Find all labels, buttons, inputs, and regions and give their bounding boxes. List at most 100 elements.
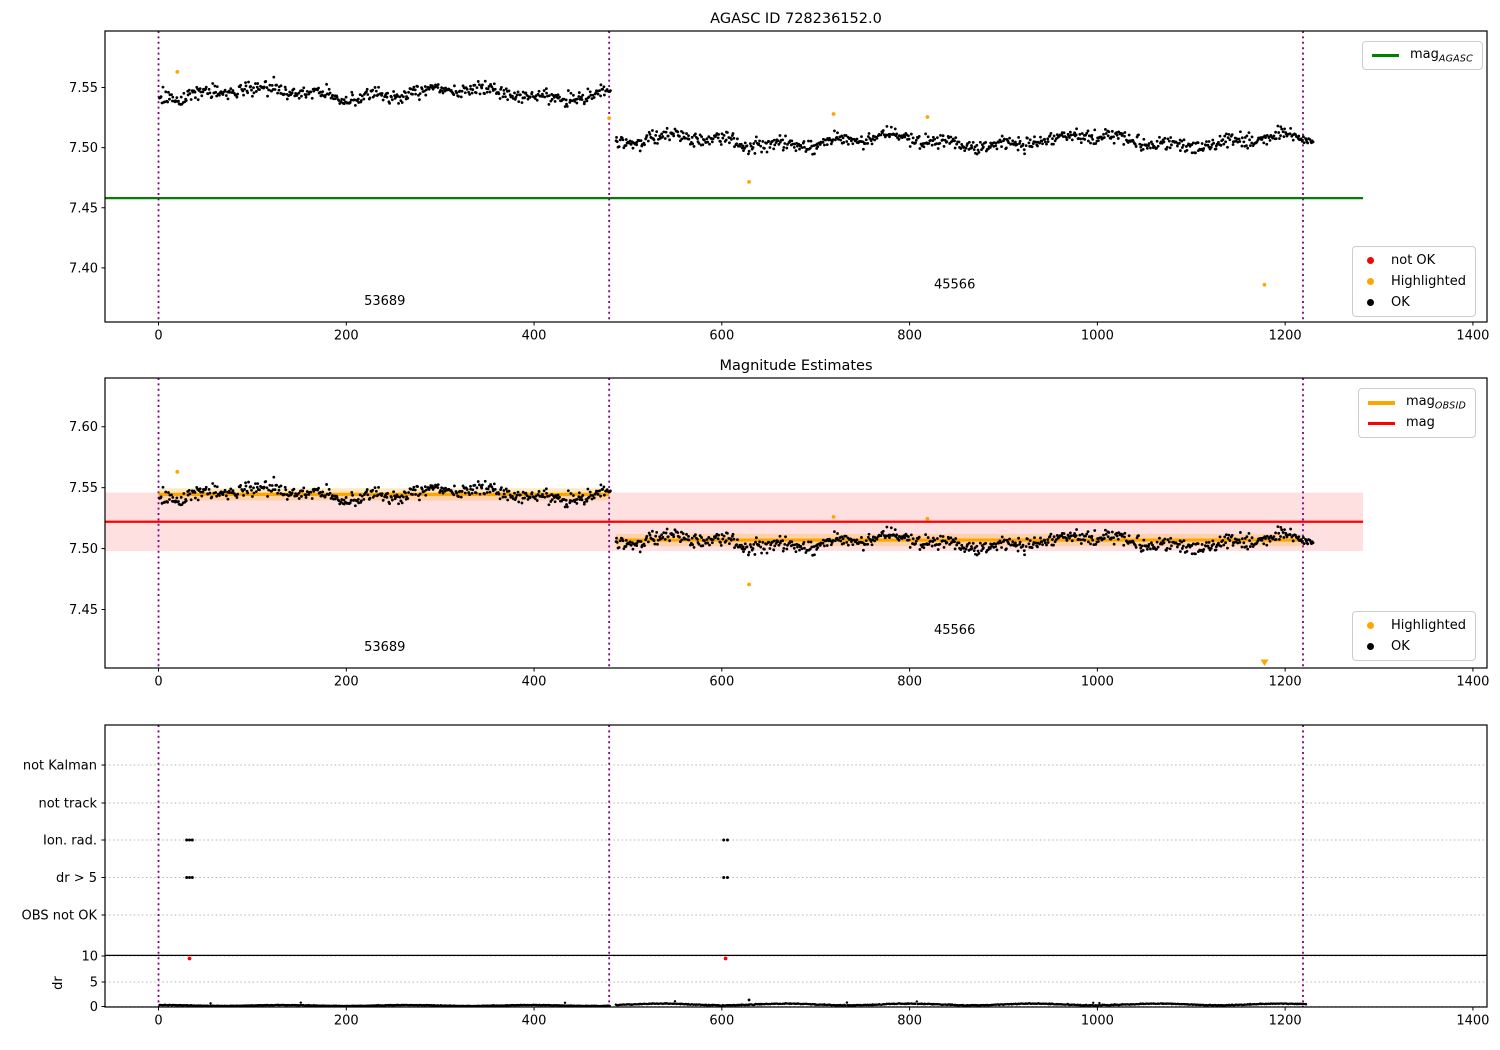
x-tick-label: 0 [154, 675, 162, 690]
data-point [455, 91, 459, 95]
data-point [276, 491, 279, 495]
data-point [1280, 528, 1284, 532]
data-point [170, 493, 173, 497]
data-point [681, 131, 685, 135]
data-point [917, 134, 921, 138]
data-point [1016, 148, 1020, 152]
data-point [942, 145, 946, 148]
data-point [706, 140, 710, 144]
data-point [224, 94, 228, 97]
legend-row: Highlighted [1360, 615, 1466, 636]
data-point [284, 88, 288, 92]
data-point [1080, 132, 1084, 135]
data-point [753, 553, 757, 556]
data-point [254, 490, 258, 494]
data-point [1149, 547, 1152, 551]
agasc-magnitude-plot-x-axis: 0 200 400 600 800 1000 1200 1400 [154, 322, 1489, 344]
data-point [1134, 545, 1138, 549]
x-tick-label: 600 [709, 329, 734, 344]
data-point [264, 80, 268, 83]
data-point [1281, 130, 1285, 134]
data-point [1051, 137, 1054, 141]
data-point [711, 538, 715, 541]
data-point [194, 96, 197, 100]
data-point [1181, 544, 1185, 548]
data-point [664, 531, 668, 535]
data-point [1000, 535, 1004, 539]
data-point [1207, 540, 1211, 544]
data-point [1230, 133, 1234, 137]
data-point [297, 497, 301, 500]
data-point [690, 536, 694, 540]
data-point [1245, 134, 1249, 138]
data-point [754, 139, 757, 143]
data-point [935, 136, 939, 140]
data-point [761, 540, 765, 544]
data-point [344, 95, 348, 99]
data-point [1079, 137, 1082, 141]
data-point [283, 493, 286, 496]
data-point [936, 548, 940, 551]
data-point [1248, 144, 1252, 148]
data-point [1070, 138, 1074, 142]
x-tick-label: 1400 [1456, 329, 1489, 344]
data-point [1046, 538, 1050, 542]
data-point [397, 502, 400, 506]
data-point [1304, 1003, 1308, 1006]
data-point [781, 148, 785, 152]
data-point [520, 501, 524, 505]
y-tick-label: 7.50 [69, 141, 98, 156]
data-point [362, 97, 366, 101]
data-point [702, 138, 706, 142]
data-point [518, 93, 522, 97]
data-point [731, 532, 735, 536]
data-point [1278, 537, 1281, 541]
data-point [266, 494, 269, 498]
data-point [790, 139, 794, 143]
data-point [666, 535, 670, 539]
data-point [1207, 140, 1211, 143]
not-ok-point [187, 956, 192, 961]
data-point [586, 87, 590, 91]
data-point [516, 90, 520, 94]
data-point [254, 90, 258, 93]
data-point [577, 491, 581, 495]
data-point [480, 486, 484, 490]
data-point [374, 489, 378, 493]
data-point [1191, 141, 1195, 145]
data-point [1052, 535, 1056, 539]
data-point [1156, 144, 1160, 148]
data-point [377, 85, 380, 89]
data-point [500, 86, 503, 89]
data-point [1091, 538, 1095, 542]
data-point [725, 131, 729, 134]
data-point [580, 98, 584, 101]
data-point [1239, 531, 1242, 534]
data-point [767, 139, 771, 143]
data-point [967, 140, 971, 144]
data-point [374, 89, 378, 93]
data-point [930, 544, 934, 548]
data-point [182, 91, 186, 95]
data-point [1272, 535, 1276, 539]
data-point [1021, 142, 1025, 146]
data-point [1115, 534, 1119, 538]
data-point [710, 140, 714, 144]
data-point [229, 87, 233, 91]
data-point [914, 141, 917, 145]
data-point [643, 143, 646, 147]
data-point [171, 495, 175, 499]
data-point [207, 487, 211, 491]
data-point [1137, 133, 1140, 137]
data-point [972, 148, 976, 152]
data-point [1248, 545, 1252, 548]
data-point [656, 141, 659, 145]
data-point [1141, 548, 1145, 552]
data-point [1185, 549, 1189, 553]
data-point [945, 140, 949, 144]
obsid-label: 45566 [934, 623, 975, 638]
data-point [821, 541, 825, 545]
flag-point [185, 838, 189, 842]
data-point [1281, 531, 1285, 534]
data-point [249, 85, 253, 88]
